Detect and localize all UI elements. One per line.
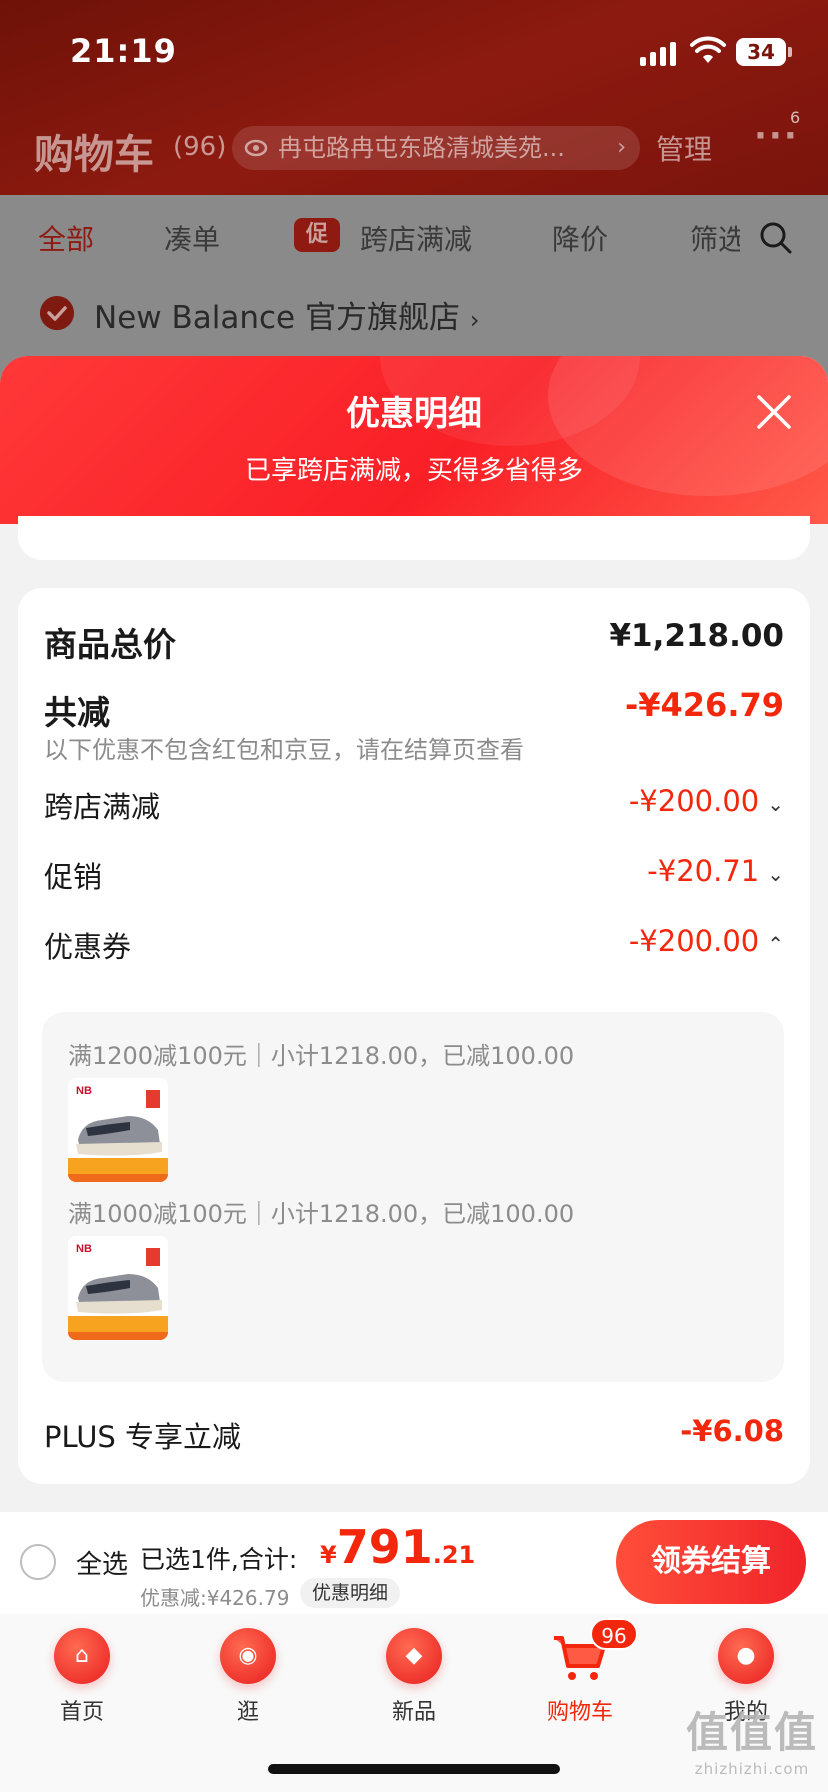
watermark-url: zhizhizhi.com (694, 1760, 810, 1778)
shoe-image: NB (68, 1078, 168, 1182)
tab-cross-store[interactable]: 跨店满减 (360, 218, 472, 258)
address-selector[interactable]: 冉屯路冉屯东路清城美苑... › (232, 126, 640, 170)
total-price-value: ¥1,218.00 (609, 618, 784, 654)
total-reduction-label: 共减 (44, 693, 110, 732)
tab-price-drop[interactable]: 降价 (552, 218, 608, 258)
chevron-right-icon: › (617, 135, 626, 160)
signal-icon (640, 40, 678, 66)
status-bar: 21:19 34 (0, 0, 828, 100)
status-time: 21:19 (70, 32, 177, 70)
store-name: New Balance 官方旗舰店 › (94, 300, 480, 336)
tab-label: 新品 (391, 1700, 436, 1725)
address-text: 冉屯路冉屯东路清城美苑... (278, 134, 565, 162)
total-reduction-value: -¥426.79 (624, 686, 784, 724)
total-price-label: 商品总价 (44, 625, 176, 664)
tab-bundle[interactable]: 凑单 (164, 218, 220, 258)
currency-symbol: ¥ (320, 1541, 337, 1569)
cart-badge: 96 (590, 1618, 638, 1650)
cart-header: 购物车 (96) 冉屯路冉屯东路清城美苑... › 管理 ··· 6 (0, 108, 828, 182)
cross-store-value: -¥200.00 (628, 784, 760, 818)
total-cents: .21 (432, 1541, 476, 1569)
checkout-bar: 全选 已选1件,合计: ¥791.21 优惠减:¥426.79 优惠明细 领券结… (0, 1512, 828, 1614)
svg-text:NB: NB (76, 1243, 92, 1255)
discount-detail-card: 商品总价 ¥1,218.00 共减 -¥426.79 以下优惠不包含红包和京豆，… (18, 588, 810, 1484)
coupon-detail-box: 满1200减100元｜小计1218.00，已减100.00 NB 满1000减1… (42, 1012, 784, 1382)
tab-filter[interactable]: 筛选 (690, 218, 740, 258)
promotion-value: -¥20.71 (647, 854, 760, 888)
page-title: 购物车 (34, 132, 154, 178)
coupon-value: -¥200.00 (628, 924, 760, 958)
promotion-row-toggle[interactable]: -¥20.71 ⌄ (647, 854, 784, 888)
coupon-row-toggle[interactable]: -¥200.00 ⌃ (629, 924, 784, 958)
coupon-label: 优惠券 (44, 930, 132, 964)
coupon-rule-text: 满1200减100元｜小计1218.00，已减100.00 (68, 1042, 575, 1070)
checkout-button[interactable]: 领券结算 (616, 1520, 806, 1604)
cart-count: (96) (173, 132, 227, 162)
sheet-header: 优惠明细 已享跨店满减，买得多省得多 (0, 356, 828, 524)
discount-summary: 优惠减:¥426.79 (140, 1586, 290, 1610)
promotion-label: 促销 (44, 860, 103, 894)
watermark: 值值值 zhizhizhi.com (686, 1699, 818, 1778)
plus-discount-value: -¥6.08 (680, 1414, 784, 1448)
home-indicator (268, 1764, 560, 1774)
checkbox-checked-icon[interactable] (40, 296, 74, 330)
more-badge: 6 (790, 108, 801, 127)
total-main: 791 (336, 1520, 433, 1574)
tab-label: 首页 (59, 1700, 104, 1725)
coupon-rule-text: 满1000减100元｜小计1218.00，已减100.00 (68, 1200, 575, 1228)
chevron-down-icon: ⌄ (767, 792, 784, 816)
selected-count-text: 已选1件,合计: (140, 1545, 298, 1574)
profile-icon: ● (718, 1628, 774, 1684)
tab-label: 购物车 (546, 1700, 613, 1725)
wifi-icon (690, 36, 726, 63)
tab-home[interactable]: ⌂ 首页 (22, 1622, 142, 1725)
eye-icon (244, 139, 268, 157)
close-icon[interactable] (756, 394, 792, 430)
shoe-image: NB (68, 1236, 168, 1340)
explore-icon: ◉ (220, 1628, 276, 1684)
tab-cart[interactable]: 96 购物车 (520, 1618, 640, 1725)
sheet-title: 优惠明细 (346, 394, 482, 434)
cross-store-row-toggle[interactable]: -¥200.00 ⌄ (629, 784, 784, 818)
chevron-down-icon: ⌄ (767, 862, 784, 886)
plus-discount-label: PLUS 专享立减 (44, 1420, 242, 1454)
discount-detail-link[interactable]: 优惠明细 (300, 1578, 401, 1608)
sheet-subtitle: 已享跨店满减，买得多省得多 (244, 456, 583, 486)
battery-icon: 34 (736, 38, 792, 66)
tab-label: 逛 (236, 1700, 259, 1725)
cross-store-label: 跨店满减 (44, 790, 161, 824)
new-products-icon: ◆ (386, 1628, 442, 1684)
tab-all[interactable]: 全部 (38, 218, 94, 258)
search-icon[interactable] (758, 220, 794, 256)
total-price: ¥791.21 (320, 1520, 475, 1574)
watermark-logo: 值值值 (685, 1708, 818, 1757)
chevron-up-icon: ⌃ (767, 932, 784, 956)
discount-note: 以下优惠不包含红包和京豆，请在结算页查看 (44, 736, 524, 764)
home-icon: ⌂ (54, 1628, 110, 1684)
filter-tabs: 全部 凑单 促 跨店满减 降价 筛选 (0, 210, 828, 262)
card-bottom-strip (18, 516, 810, 560)
svg-text:NB: NB (76, 1085, 92, 1097)
manage-button[interactable]: 管理 (656, 128, 712, 168)
product-thumbnail[interactable]: NB (68, 1078, 168, 1182)
tab-new-products[interactable]: ◆ 新品 (354, 1622, 474, 1725)
select-all-label[interactable]: 全选 (76, 1544, 128, 1581)
select-all-checkbox[interactable] (20, 1544, 56, 1580)
tab-explore[interactable]: ◉ 逛 (188, 1622, 308, 1725)
product-thumbnail[interactable]: NB (68, 1236, 168, 1340)
promo-tag: 促 (294, 218, 340, 252)
